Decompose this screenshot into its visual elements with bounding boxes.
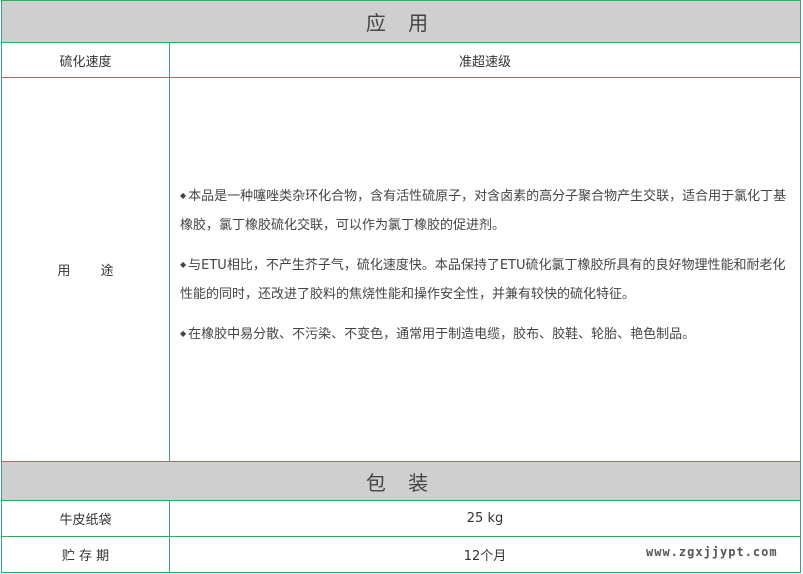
bag-row: 牛皮纸袋 25 kg: [1, 500, 801, 537]
diamond-bullet-icon: ◆: [180, 328, 187, 338]
usage-paragraph-2: ◆ 与ETU相比，不产生芥子气，硫化速度快。本品保持了ETU硫化氯丁橡胶所具有的良…: [180, 257, 786, 302]
usage-row: 用 途 ◆ 本品是一种噻唑类杂环化合物，含有活性硫原子，对含卤素的高分子聚合物产生…: [1, 77, 801, 462]
bag-value: 25 kg: [169, 500, 801, 537]
packaging-heading: 包 装: [1, 461, 801, 501]
diamond-bullet-icon: ◆: [180, 259, 187, 269]
diamond-bullet-icon: ◆: [180, 190, 187, 200]
curing-speed-value: 准超速级: [169, 42, 801, 78]
usage-content: ◆ 本品是一种噻唑类杂环化合物，含有活性硫原子，对含卤素的高分子聚合物产生交联，适…: [169, 77, 801, 462]
site-watermark: www.zgxjjypt.com: [646, 545, 778, 559]
application-heading: 应 用: [1, 0, 801, 43]
spec-table: 应 用 硫化速度 准超速级 用 途 ◆ 本品是一种噻唑类杂环化合物，含有活性硫原子…: [1, 0, 801, 573]
usage-paragraph-3: ◆ 在橡胶中易分散、不污染、不变色，通常用于制造电缆，胶布、胶鞋、轮胎、艳色制品。: [180, 326, 696, 342]
curing-speed-row: 硫化速度 准超速级: [1, 42, 801, 78]
storage-label: 贮 存 期: [1, 536, 170, 573]
usage-paragraph-1: ◆ 本品是一种噻唑类杂环化合物，含有活性硫原子，对含卤素的高分子聚合物产生交联，适…: [180, 188, 787, 233]
bag-label: 牛皮纸袋: [1, 500, 170, 537]
packaging-header-row: 包 装: [1, 461, 801, 501]
application-header-row: 应 用: [1, 0, 801, 43]
usage-label: 用 途: [1, 77, 170, 462]
usage-label-text: 用 途: [57, 264, 114, 279]
spec-sheet: 应 用 硫化速度 准超速级 用 途 ◆ 本品是一种噻唑类杂环化合物，含有活性硫原子…: [0, 0, 803, 574]
curing-speed-label: 硫化速度: [1, 42, 170, 78]
